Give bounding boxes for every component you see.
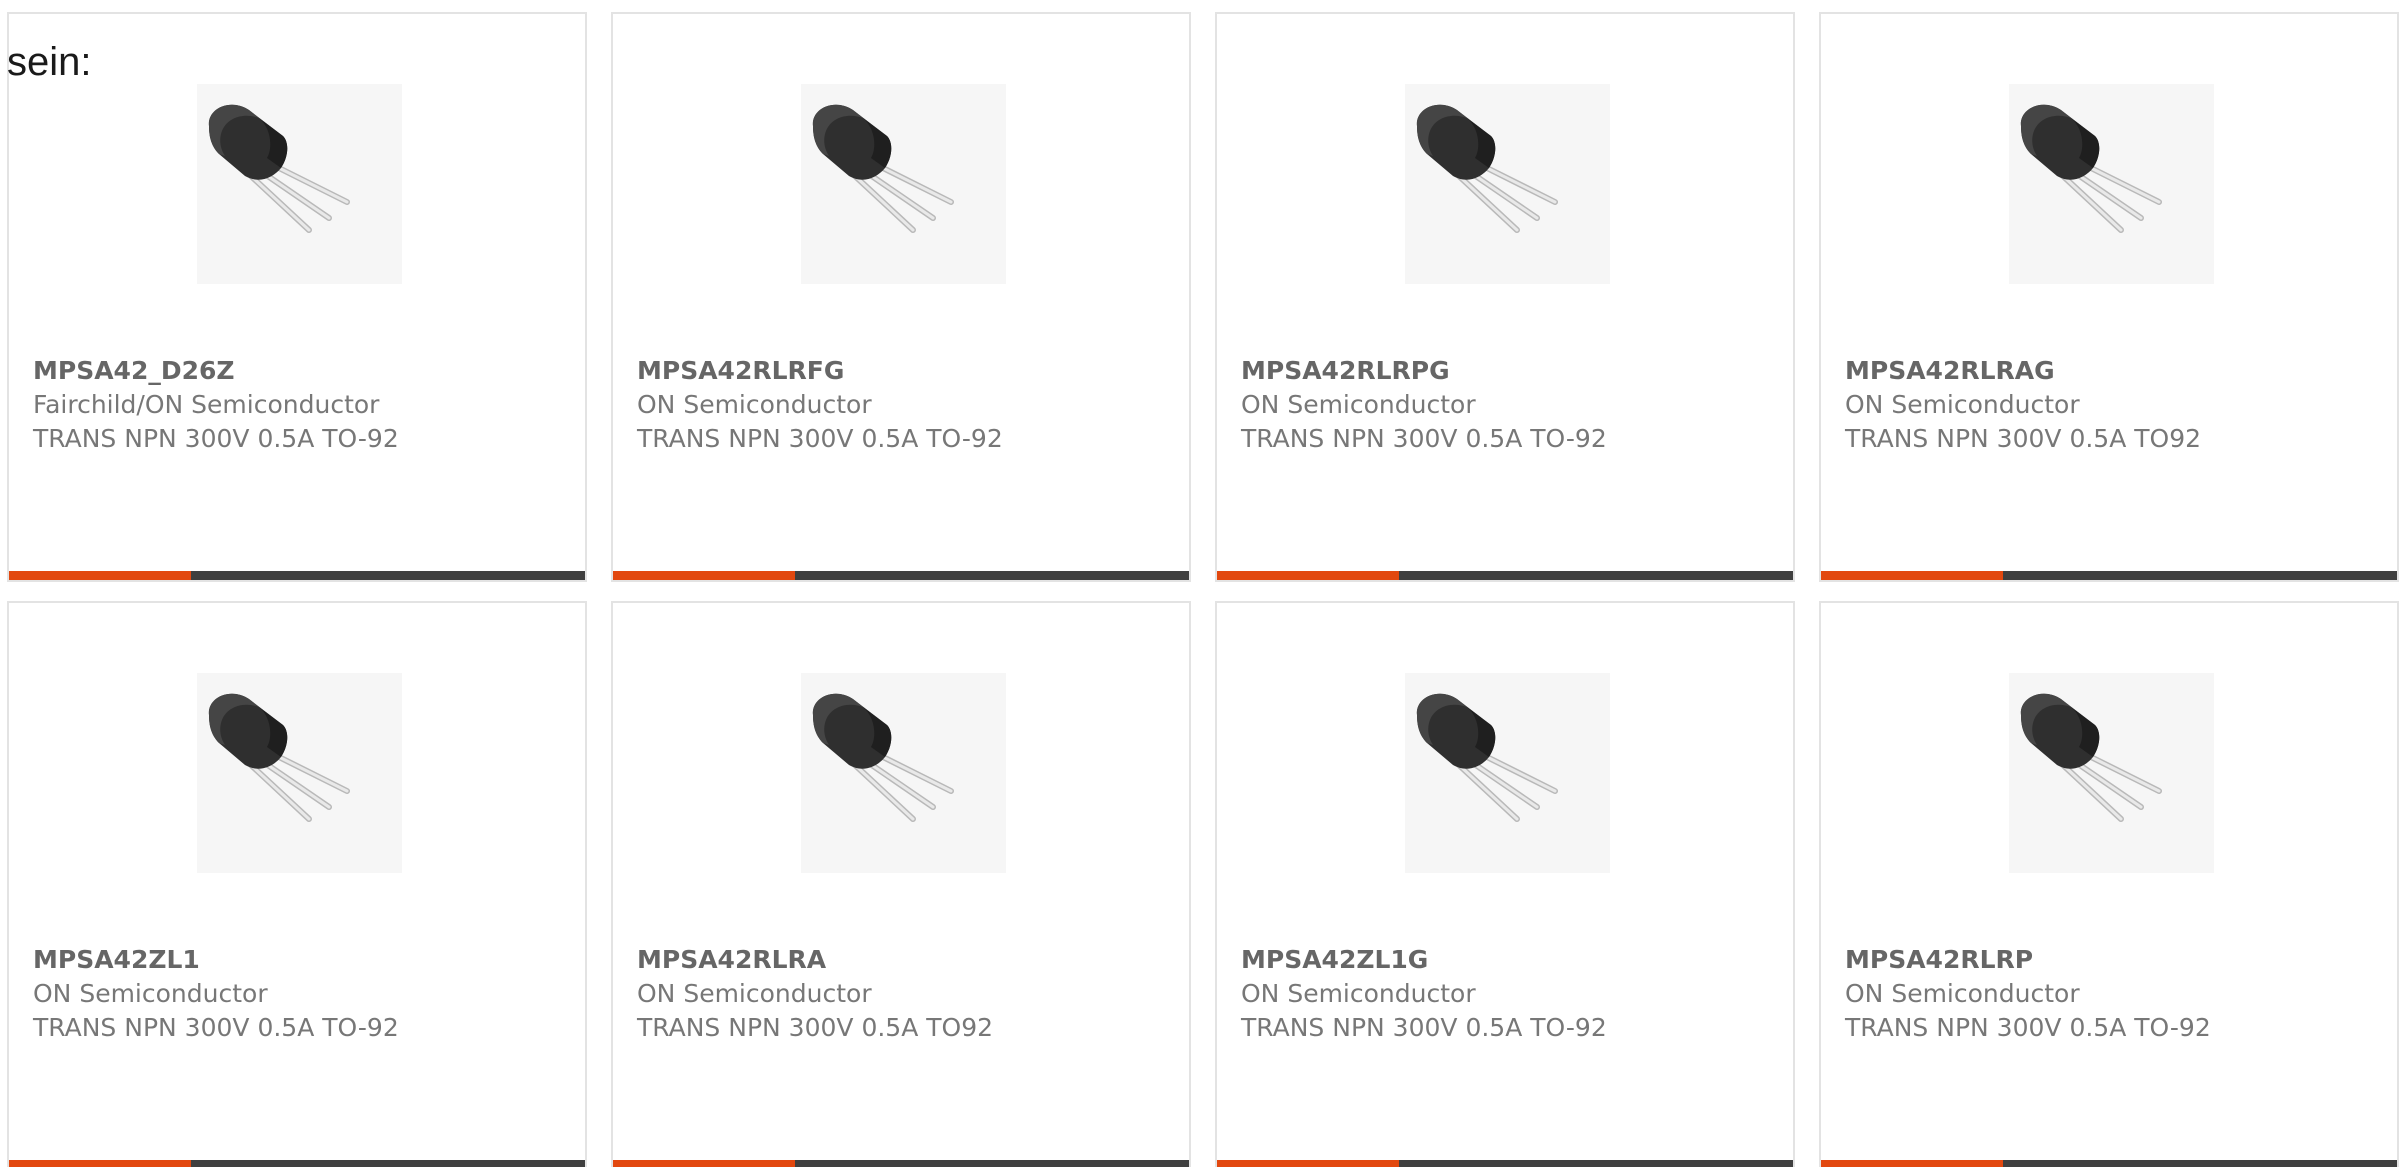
part-number-link[interactable]: MPSA42RLRFG [637, 354, 1177, 388]
accent-bar-dark [1399, 1160, 1793, 1167]
accent-bar-dark [795, 1160, 1189, 1167]
transistor-icon [197, 84, 402, 284]
part-number-link[interactable]: MPSA42RLRA [637, 943, 1177, 977]
transistor-icon [197, 673, 402, 873]
product-description: TRANS NPN 300V 0.5A TO-92 [33, 424, 399, 453]
accent-bar-dark [2003, 1160, 2397, 1167]
part-number-link[interactable]: MPSA42RLRAG [1845, 354, 2385, 388]
product-image[interactable] [2009, 673, 2214, 873]
accent-bar-dark [1399, 571, 1793, 580]
card-accent-bar [1217, 571, 1793, 580]
product-image[interactable] [1405, 84, 1610, 284]
accent-bar-orange [613, 1160, 795, 1167]
accent-bar-orange [613, 571, 795, 580]
card-accent-bar [9, 1160, 585, 1167]
product-image[interactable] [2009, 84, 2214, 284]
product-image[interactable] [801, 84, 1006, 284]
product-info: MPSA42RLRA ON Semiconductor TRANS NPN 300V… [637, 943, 1177, 1045]
product-card[interactable]: MPSA42ZL1G ON Semiconductor TRANS NPN 300V… [1215, 601, 1795, 1167]
product-info: MPSA42ZL1 ON Semiconductor TRANS NPN 300V … [33, 943, 573, 1045]
product-info: MPSA42ZL1G ON Semiconductor TRANS NPN 300V… [1241, 943, 1781, 1045]
product-card[interactable]: MPSA42RLRAG ON Semiconductor TRANS NPN 300… [1819, 12, 2399, 582]
product-image[interactable] [197, 673, 402, 873]
product-info: MPSA42RLRAG ON Semiconductor TRANS NPN 300… [1845, 354, 2385, 456]
product-card[interactable]: MPSA42RLRPG ON Semiconductor TRANS NPN 300… [1215, 12, 1795, 582]
product-card[interactable]: MPSA42RLRFG ON Semiconductor TRANS NPN 300… [611, 12, 1191, 582]
card-accent-bar [1821, 571, 2397, 580]
manufacturer-name: ON Semiconductor [33, 979, 268, 1008]
product-image[interactable] [197, 84, 402, 284]
accent-bar-orange [9, 571, 191, 580]
accent-bar-dark [191, 1160, 585, 1167]
manufacturer-name: ON Semiconductor [637, 979, 872, 1008]
product-image[interactable] [801, 673, 1006, 873]
part-number-link[interactable]: MPSA42RLRP [1845, 943, 2385, 977]
product-description: TRANS NPN 300V 0.5A TO-92 [33, 1013, 399, 1042]
product-info: MPSA42RLRFG ON Semiconductor TRANS NPN 300… [637, 354, 1177, 456]
product-card[interactable]: MPSA42ZL1 ON Semiconductor TRANS NPN 300V … [7, 601, 587, 1167]
product-description: TRANS NPN 300V 0.5A TO92 [1845, 424, 2202, 453]
manufacturer-name: ON Semiconductor [1241, 390, 1476, 419]
product-listing-page: MPSA42_D26Z Fairchild/ON Semiconductor TRA… [0, 0, 2400, 1167]
card-accent-bar [1821, 1160, 2397, 1167]
product-image[interactable] [1405, 673, 1610, 873]
part-number-link[interactable]: MPSA42ZL1 [33, 943, 573, 977]
manufacturer-name: ON Semiconductor [637, 390, 872, 419]
part-number-link[interactable]: MPSA42RLRPG [1241, 354, 1781, 388]
accent-bar-orange [1217, 1160, 1399, 1167]
accent-bar-dark [795, 571, 1189, 580]
accent-bar-orange [9, 1160, 191, 1167]
transistor-icon [2009, 84, 2214, 284]
product-description: TRANS NPN 300V 0.5A TO-92 [637, 424, 1003, 453]
accent-bar-orange [1821, 1160, 2003, 1167]
intro-text: sein: [7, 40, 92, 84]
transistor-icon [1405, 84, 1610, 284]
accent-bar-orange [1217, 571, 1399, 580]
transistor-icon [1405, 673, 1610, 873]
transistor-icon [801, 673, 1006, 873]
card-accent-bar [613, 1160, 1189, 1167]
part-number-link[interactable]: MPSA42ZL1G [1241, 943, 1781, 977]
transistor-icon [801, 84, 1006, 284]
part-number-link[interactable]: MPSA42_D26Z [33, 354, 573, 388]
product-card[interactable]: MPSA42RLRA ON Semiconductor TRANS NPN 300V… [611, 601, 1191, 1167]
accent-bar-dark [191, 571, 585, 580]
transistor-icon [2009, 673, 2214, 873]
manufacturer-name: Fairchild/ON Semiconductor [33, 390, 380, 419]
product-description: TRANS NPN 300V 0.5A TO-92 [1241, 1013, 1607, 1042]
manufacturer-name: ON Semiconductor [1241, 979, 1476, 1008]
product-description: TRANS NPN 300V 0.5A TO-92 [1241, 424, 1607, 453]
manufacturer-name: ON Semiconductor [1845, 979, 2080, 1008]
manufacturer-name: ON Semiconductor [1845, 390, 2080, 419]
card-accent-bar [613, 571, 1189, 580]
product-card[interactable]: MPSA42_D26Z Fairchild/ON Semiconductor TRA… [7, 12, 587, 582]
product-description: TRANS NPN 300V 0.5A TO92 [637, 1013, 994, 1042]
product-info: MPSA42RLRPG ON Semiconductor TRANS NPN 300… [1241, 354, 1781, 456]
accent-bar-orange [1821, 571, 2003, 580]
product-card[interactable]: MPSA42RLRP ON Semiconductor TRANS NPN 300V… [1819, 601, 2399, 1167]
product-description: TRANS NPN 300V 0.5A TO-92 [1845, 1013, 2211, 1042]
product-info: MPSA42RLRP ON Semiconductor TRANS NPN 300V… [1845, 943, 2385, 1045]
card-accent-bar [1217, 1160, 1793, 1167]
product-info: MPSA42_D26Z Fairchild/ON Semiconductor TRA… [33, 354, 573, 456]
product-grid: MPSA42_D26Z Fairchild/ON Semiconductor TRA… [7, 12, 2399, 1167]
accent-bar-dark [2003, 571, 2397, 580]
card-accent-bar [9, 571, 585, 580]
